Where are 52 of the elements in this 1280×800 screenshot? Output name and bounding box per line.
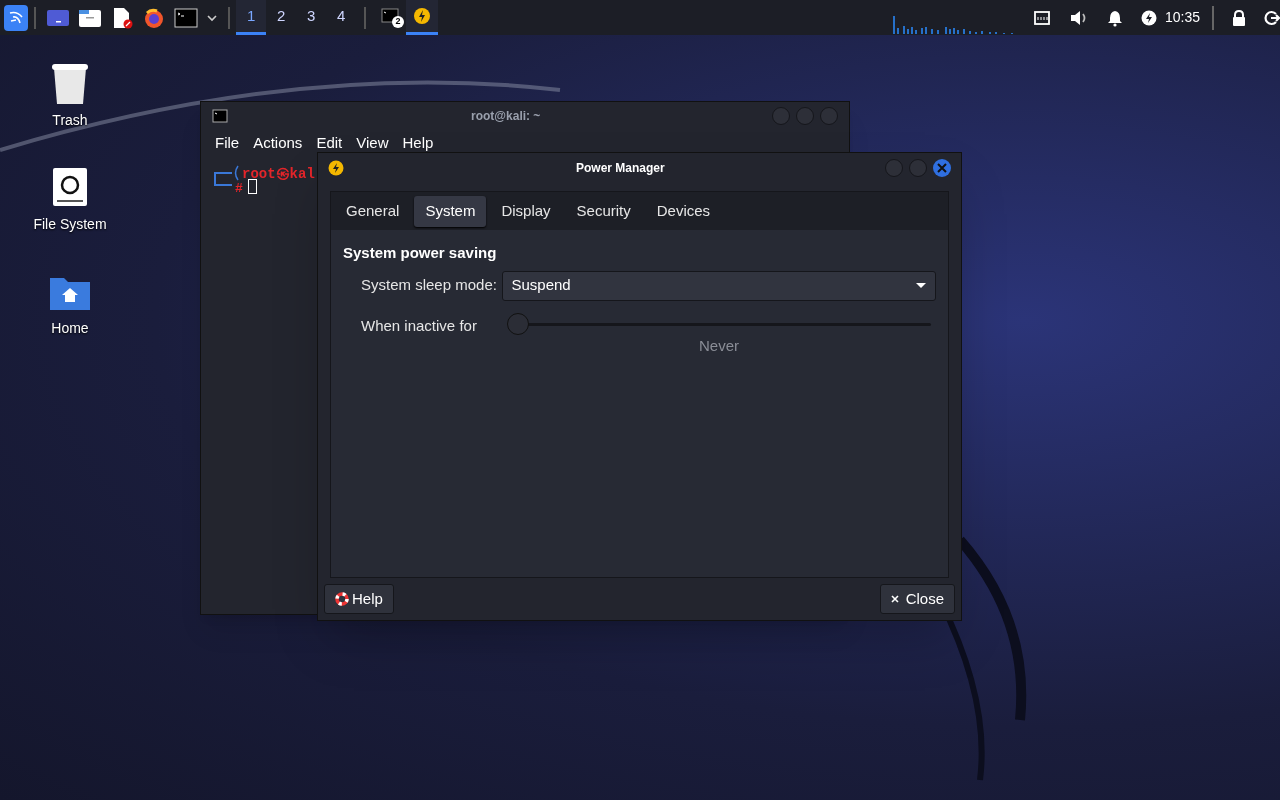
- tab[interactable]: General: [335, 195, 411, 227]
- workspace-button[interactable]: 4: [326, 0, 357, 35]
- power-icon[interactable]: [1140, 9, 1157, 26]
- tab[interactable]: System: [414, 195, 487, 227]
- tab[interactable]: Display: [490, 195, 562, 227]
- sleep-mode-dropdown[interactable]: Suspend: [502, 270, 936, 301]
- prompt-symbol: #: [235, 180, 243, 198]
- close-icon: [890, 595, 899, 603]
- power-icon: [328, 160, 344, 176]
- text-cursor: [248, 179, 257, 194]
- menu-item[interactable]: File: [215, 131, 240, 155]
- terminal-icon: [381, 8, 400, 24]
- desktop-icon-label[interactable]: File System: [33, 214, 107, 235]
- tab[interactable]: Devices: [645, 195, 722, 227]
- menu-item[interactable]: Edit: [316, 131, 343, 155]
- window-title: Power Manager: [576, 160, 665, 177]
- menu-item[interactable]: View: [356, 131, 389, 155]
- slider-thumb[interactable]: [507, 312, 529, 335]
- desktop-icon-label[interactable]: Trash: [52, 110, 88, 131]
- power-task-button[interactable]: [406, 0, 438, 35]
- app-menu-button[interactable]: [4, 4, 29, 31]
- workspace-button[interactable]: 3: [296, 0, 327, 35]
- section-title: System power saving: [343, 243, 498, 263]
- field-label: System sleep mode:: [361, 275, 498, 296]
- desktop-icon-label[interactable]: Home: [51, 318, 89, 339]
- lifebuoy-icon: [335, 592, 349, 606]
- prompt-user: root㉿kal: [242, 165, 315, 183]
- tab[interactable]: Security: [565, 195, 642, 227]
- help-button[interactable]: Help: [324, 584, 394, 614]
- menu-item[interactable]: Help: [402, 131, 434, 155]
- network-icon[interactable]: [1032, 9, 1051, 26]
- prompt-line: [214, 172, 232, 186]
- field-label: When inactive for: [361, 315, 478, 336]
- logout-icon[interactable]: [1264, 9, 1280, 26]
- lock-icon[interactable]: [1232, 9, 1246, 26]
- menu-item[interactable]: Actions: [253, 131, 303, 155]
- bracket-icon: [232, 164, 240, 182]
- workspace-button[interactable]: 2: [266, 0, 297, 35]
- caret-icon: [915, 282, 927, 289]
- workspace-button[interactable]: 1: [236, 0, 267, 35]
- slider-value: Never: [699, 335, 739, 356]
- terminal-icon: [212, 109, 228, 123]
- close-icon: [937, 163, 947, 173]
- close-button[interactable]: [933, 159, 951, 177]
- cpu-graph-icon: [892, 15, 1015, 34]
- window-title: root@kali: ~: [471, 108, 541, 125]
- lightning-icon: [413, 7, 431, 25]
- window-count-badge: 2: [392, 16, 405, 28]
- terminal-task-button[interactable]: 2: [374, 0, 407, 35]
- clock[interactable]: 10:35: [1164, 7, 1200, 28]
- close-button[interactable]: Close: [879, 584, 955, 614]
- bell-icon[interactable]: [1106, 8, 1123, 27]
